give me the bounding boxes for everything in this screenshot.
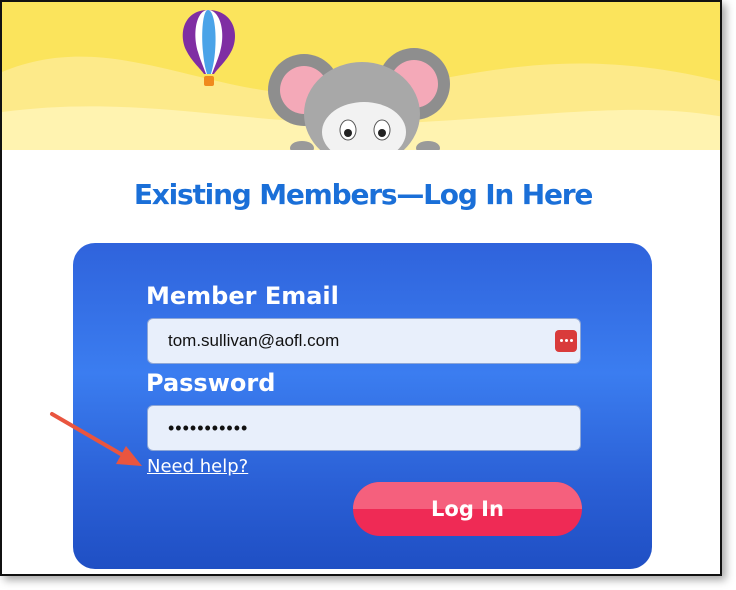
login-page: Existing Members—Log In Here Member Emai…	[0, 0, 722, 576]
annotation-arrow-icon	[50, 412, 142, 466]
